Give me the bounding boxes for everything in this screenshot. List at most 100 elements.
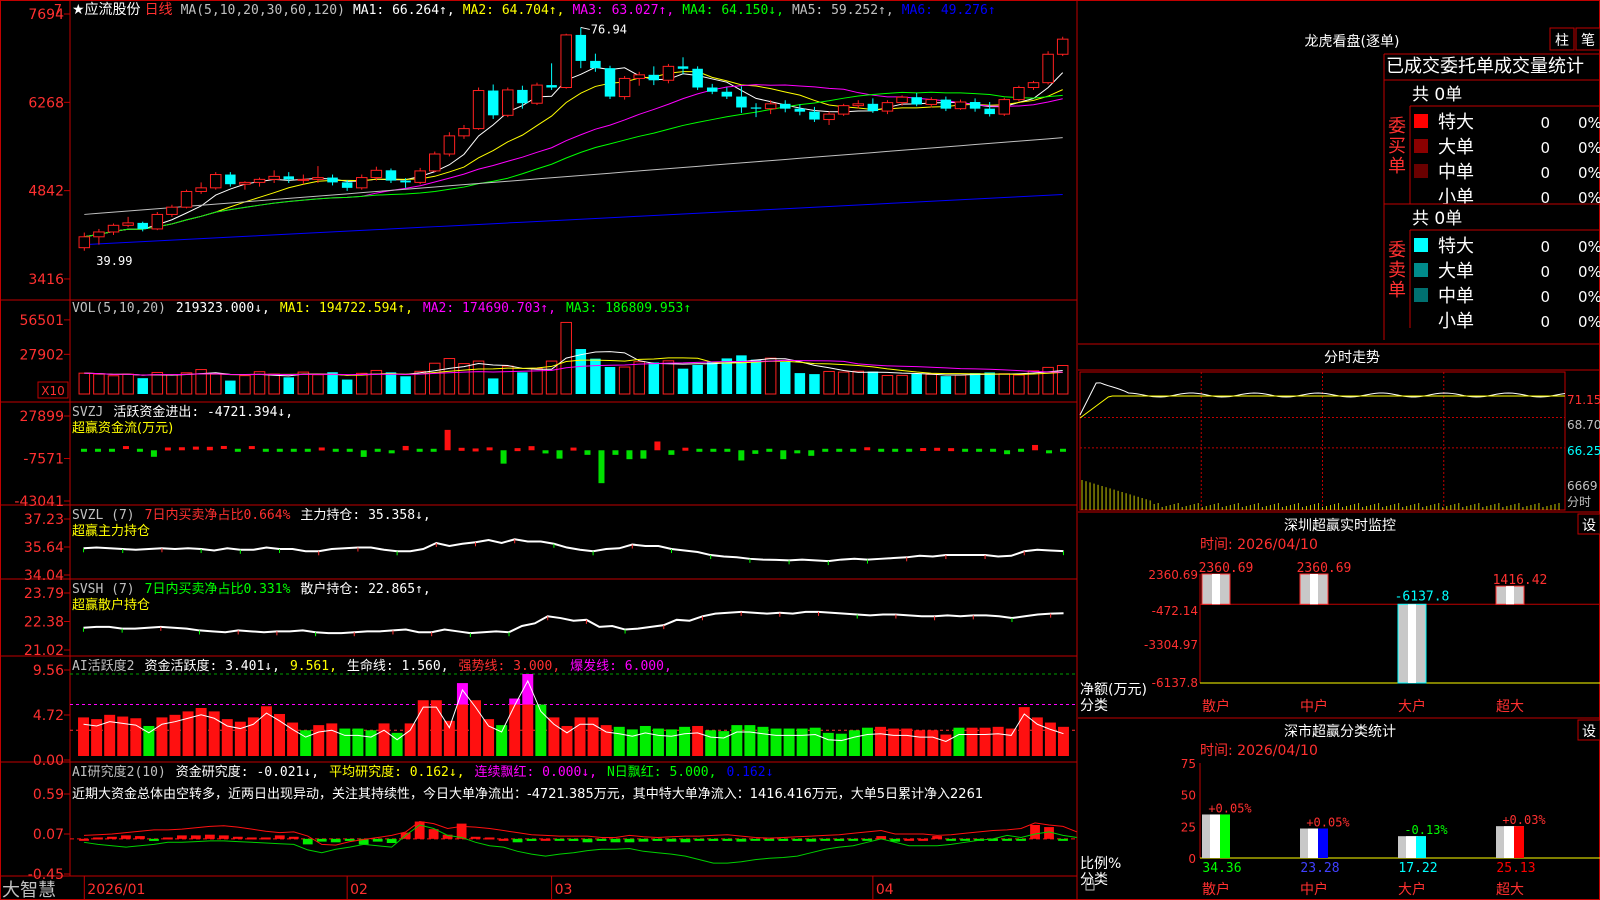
- research-bar: [596, 838, 607, 841]
- volume-bar: [385, 372, 397, 394]
- volume-bar: [706, 361, 718, 394]
- indicator-header-ai2: 平均研究度: 0.162↓,: [329, 764, 464, 780]
- y-tick-label-vol: 27902: [19, 347, 64, 363]
- candle-body: [969, 102, 981, 109]
- sz-class-change: +0.03%: [1502, 813, 1546, 827]
- volume-bar: [794, 373, 806, 394]
- candle-body: [809, 111, 820, 120]
- fund-flow-bar: [346, 448, 353, 452]
- volume-bar: [648, 362, 660, 394]
- volume-bar: [954, 374, 967, 395]
- candle-body: [93, 231, 105, 238]
- y-tick-label-svzj: 27899: [19, 409, 64, 425]
- y-tick-label-svsh: 22.38: [24, 615, 64, 631]
- volume-bar: [969, 373, 981, 394]
- candle-body: [180, 190, 193, 208]
- sz-class-xlabel: 分类: [1080, 872, 1108, 888]
- high-annotation-leader: [580, 26, 590, 30]
- top-axis-marker: 7: [54, 3, 62, 18]
- volume-bar: [341, 379, 353, 394]
- candle-body: [590, 60, 601, 69]
- research-bar: [1030, 825, 1040, 839]
- lhb-row-count: 0: [1540, 139, 1550, 157]
- fund-flow-bar: [276, 448, 283, 452]
- fund-flow-bar: [626, 450, 633, 460]
- indicator-header-svzl: 7日内买卖净占比0.664%: [145, 507, 291, 523]
- candle-body: [837, 105, 850, 115]
- candle-body: [385, 170, 397, 181]
- fund-flow-bar: [1060, 448, 1067, 452]
- activity-bar: [953, 727, 965, 756]
- volume-bar: [239, 375, 251, 395]
- fund-flow-bar: [80, 448, 87, 452]
- sz-class-change: +0.05%: [1306, 816, 1350, 830]
- sz-class-bar-accent: [1416, 836, 1426, 858]
- research-bar: [624, 838, 635, 843]
- sz-monitor-category: 散户: [1202, 698, 1230, 715]
- y-tick-label-ai2: 0.07: [33, 827, 64, 843]
- indicator-header-ai2: AI研究度2(10): [72, 764, 166, 780]
- fund-flow-bar: [836, 448, 843, 452]
- lhb-row-name: 特大: [1438, 112, 1474, 133]
- fund-flow-bar: [514, 448, 521, 452]
- fund-flow-bar: [752, 450, 759, 454]
- research-bar: [246, 837, 257, 840]
- activity-bar: [1057, 726, 1069, 756]
- candle-body: [852, 103, 865, 107]
- fund-flow-bar: [94, 448, 101, 452]
- indicator-header-ai1: 强势线: 3.000,: [459, 658, 561, 674]
- y-tick-label-ai1: 0.00: [33, 753, 64, 769]
- sz-monitor-value: 2360.69: [1199, 561, 1254, 576]
- fund-flow-bar: [150, 450, 157, 457]
- activity-bar: [430, 700, 442, 756]
- activity-bar: [875, 726, 887, 756]
- lhb-tab[interactable]: 已成交: [1386, 56, 1440, 77]
- candle-body: [706, 87, 718, 92]
- indicator-header-ai1: 9.561,: [290, 659, 337, 674]
- volume-bar: [779, 361, 791, 394]
- activity-bar: [757, 726, 769, 756]
- research-bar: [554, 838, 565, 841]
- research-bar: [1058, 838, 1068, 841]
- lhb-color-swatch: [1414, 114, 1428, 128]
- candle-body: [911, 97, 922, 105]
- volume-bar: [662, 360, 675, 395]
- volume-bar: [502, 365, 514, 395]
- sz-monitor-bar-highlight: [1212, 574, 1220, 605]
- sz-class-category: 超大: [1496, 882, 1524, 898]
- candle-body: [750, 107, 762, 109]
- ma-header: MA6: 49.276↑: [902, 3, 996, 18]
- fund-flow-bar: [192, 446, 199, 450]
- x-axis-label: 02: [350, 882, 368, 898]
- activity-bar: [626, 729, 638, 756]
- research-bar: [722, 838, 733, 841]
- sz-monitor-category: 超大: [1496, 699, 1524, 715]
- research-bar: [149, 838, 159, 841]
- y-tick-label-main: 3416: [28, 272, 64, 288]
- period-label: 日线: [145, 2, 173, 18]
- fund-flow-bar: [696, 448, 703, 452]
- candle-body: [268, 175, 280, 180]
- volume-bar: [253, 371, 266, 395]
- volume-bar: [925, 373, 938, 395]
- candle-body: [881, 102, 894, 112]
- candle-body: [823, 113, 835, 121]
- lhb-row-count: 0: [1540, 114, 1550, 132]
- activity-bar: [979, 727, 991, 756]
- research-bar: [638, 838, 649, 842]
- sz-class-value: 17.22: [1398, 861, 1437, 876]
- fund-flow-bar: [164, 447, 171, 451]
- candle-body: [560, 34, 572, 89]
- sz-class-settings-label: 设: [1582, 724, 1596, 740]
- lhb-row-pct: 0%: [1578, 263, 1600, 281]
- activity-bar: [783, 728, 795, 756]
- bar-mode-button-label: 柱: [1555, 33, 1569, 49]
- sz-monitor-ylabel: 净额(万元): [1080, 682, 1147, 698]
- research-bar: [736, 838, 747, 842]
- sz-monitor-category: 大户: [1398, 698, 1426, 715]
- lhb-tab[interactable]: 成交量统计: [1494, 56, 1584, 77]
- ma-line-6: [84, 193, 1063, 246]
- sz-class-y-label: 50: [1181, 789, 1196, 803]
- activity-bar: [326, 723, 338, 756]
- lhb-tab[interactable]: 委托单: [1440, 56, 1494, 77]
